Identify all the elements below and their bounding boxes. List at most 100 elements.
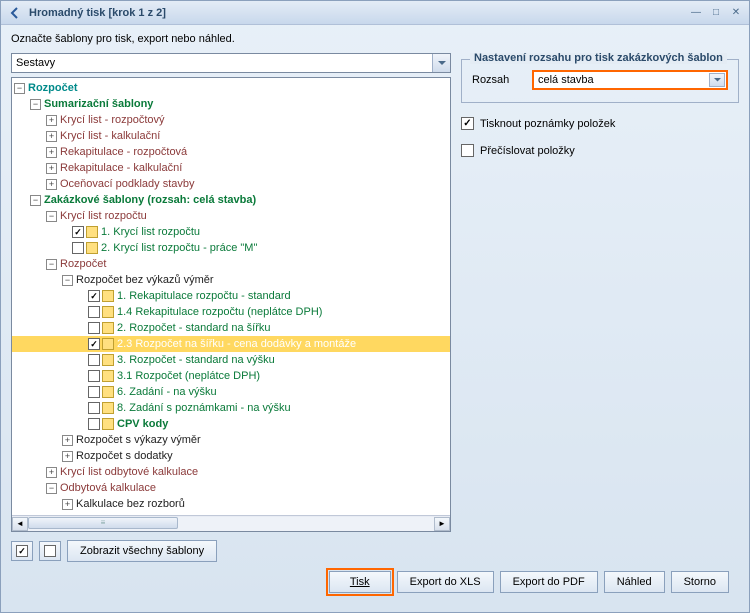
template-checkbox[interactable] (88, 402, 100, 414)
tree-leaf[interactable]: 1. Rekapitulace rozpočtu - standard (117, 290, 291, 302)
tree-leaf[interactable]: 1.4 Rekapitulace rozpočtu (neplátce DPH) (117, 306, 322, 318)
expander[interactable]: + (62, 499, 73, 510)
preview-button[interactable]: Náhled (604, 571, 665, 593)
doc-icon (102, 418, 114, 430)
tree-leaf[interactable]: CPV kody (117, 418, 168, 430)
doc-icon (102, 338, 114, 350)
doc-icon (102, 370, 114, 382)
doc-icon (86, 242, 98, 254)
expander[interactable]: + (46, 115, 57, 126)
template-checkbox[interactable] (88, 306, 100, 318)
export-pdf-button[interactable]: Export do PDF (500, 571, 598, 593)
tree-node[interactable]: Rekapitulace - rozpočtová (60, 146, 187, 158)
tree-node[interactable]: Rozpočet (60, 258, 106, 270)
print-notes-checkbox[interactable] (461, 117, 474, 130)
tree-node[interactable]: Rozpočet bez výkazů výměr (76, 274, 214, 286)
doc-icon (102, 386, 114, 398)
expander[interactable]: + (46, 147, 57, 158)
footer-buttons: Tisk Export do XLS Export do PDF Náhled … (11, 568, 739, 604)
chevron-down-icon[interactable] (709, 73, 725, 87)
expander[interactable]: + (62, 435, 73, 446)
expander[interactable]: − (46, 211, 57, 222)
template-checkbox[interactable] (88, 322, 100, 334)
tree-leaf[interactable]: 6. Zadání - na výšku (117, 386, 217, 398)
doc-icon (86, 226, 98, 238)
tree-node[interactable]: Kalkulace bez rozborů (76, 498, 185, 510)
chevron-down-icon[interactable] (432, 54, 450, 72)
template-checkbox[interactable] (88, 370, 100, 382)
doc-icon (102, 306, 114, 318)
expander[interactable]: + (46, 131, 57, 142)
doc-icon (102, 290, 114, 302)
template-checkbox[interactable] (72, 226, 84, 238)
minimize-button[interactable]: — (689, 6, 703, 20)
renumber-label: Přečíslovat položky (480, 145, 575, 157)
expander[interactable]: + (46, 467, 57, 478)
expander[interactable]: − (62, 275, 73, 286)
expander[interactable]: + (46, 163, 57, 174)
window-title: Hromadný tisk [krok 1 z 2] (29, 7, 689, 19)
template-checkbox[interactable] (88, 386, 100, 398)
tree-node[interactable]: Odbytová kalkulace (60, 482, 156, 494)
template-checkbox[interactable] (72, 242, 84, 254)
tree-node[interactable]: Rozpočet s výkazy výměr (76, 434, 201, 446)
uncheck-all-button[interactable] (39, 541, 61, 561)
tree-leaf[interactable]: 2. Rozpočet - standard na šířku (117, 322, 270, 334)
doc-icon (102, 402, 114, 414)
doc-icon (102, 354, 114, 366)
print-notes-label: Tisknout poznámky položek (480, 118, 615, 130)
close-button[interactable]: ✕ (729, 6, 743, 20)
tree-node[interactable]: Krycí list - kalkulační (60, 130, 160, 142)
check-all-button[interactable] (11, 541, 33, 561)
scope-legend: Nastavení rozsahu pro tisk zakázkových š… (470, 53, 727, 64)
template-checkbox[interactable] (88, 354, 100, 366)
expander[interactable]: − (30, 195, 41, 206)
template-checkbox[interactable] (88, 338, 100, 350)
tree-node[interactable]: Rekapitulace - kalkulační (60, 162, 182, 174)
titlebar: Hromadný tisk [krok 1 z 2] — □ ✕ (1, 1, 749, 25)
rozsah-select[interactable]: celá stavba (532, 70, 728, 90)
tree-leaf-selected[interactable]: 2.3 Rozpočet na šířku - cena dodávky a m… (117, 338, 356, 350)
template-checkbox[interactable] (88, 290, 100, 302)
tree-leaf[interactable]: 3. Rozpočet - standard na výšku (117, 354, 275, 366)
rozsah-value: celá stavba (538, 74, 594, 86)
scroll-right-icon[interactable]: ► (434, 517, 450, 531)
tree-node[interactable]: Zakázkové šablony (rozsah: celá stavba) (44, 194, 256, 206)
expander[interactable]: + (46, 179, 57, 190)
tree-node[interactable]: Sumarizační šablony (44, 98, 153, 110)
tree-node[interactable]: Krycí list odbytové kalkulace (60, 466, 198, 478)
expander[interactable]: + (62, 451, 73, 462)
reports-dropdown-value: Sestavy (16, 57, 55, 69)
scroll-left-icon[interactable]: ◄ (12, 517, 28, 531)
scroll-thumb[interactable]: ≡ (28, 517, 178, 529)
horizontal-scrollbar[interactable]: ◄ ≡ ► (12, 515, 450, 531)
template-tree: −Rozpočet −Sumarizační šablony +Krycí li… (11, 77, 451, 532)
template-checkbox[interactable] (88, 418, 100, 430)
tree-leaf[interactable]: 1. Krycí list rozpočtu (101, 226, 200, 238)
cancel-button[interactable]: Storno (671, 571, 729, 593)
print-button[interactable]: Tisk (329, 571, 391, 593)
reports-dropdown[interactable]: Sestavy (11, 53, 451, 73)
expander[interactable]: − (30, 99, 41, 110)
tree-node[interactable]: Krycí list - rozpočtový (60, 114, 165, 126)
scope-settings-group: Nastavení rozsahu pro tisk zakázkových š… (461, 59, 739, 103)
rozsah-label: Rozsah (472, 74, 522, 86)
tree-leaf[interactable]: 2. Krycí list rozpočtu - práce "M" (101, 242, 257, 254)
expander[interactable]: − (46, 483, 57, 494)
tree-leaf[interactable]: 3.1 Rozpočet (neplátce DPH) (117, 370, 260, 382)
tree-node[interactable]: Oceňovací podklady stavby (60, 178, 195, 190)
tree-leaf[interactable]: 8. Zadání s poznámkami - na výšku (117, 402, 291, 414)
tree-node[interactable]: Rozpočet s dodatky (76, 450, 173, 462)
back-icon[interactable] (7, 5, 23, 21)
show-all-templates-button[interactable]: Zobrazit všechny šablony (67, 540, 217, 562)
maximize-button[interactable]: □ (709, 6, 723, 20)
instruction-text: Označte šablony pro tisk, export nebo ná… (11, 33, 739, 45)
tree-node-root[interactable]: Rozpočet (28, 82, 78, 94)
content: Označte šablony pro tisk, export nebo ná… (1, 25, 749, 612)
expander[interactable]: − (46, 259, 57, 270)
tree-node[interactable]: Krycí list rozpočtu (60, 210, 147, 222)
renumber-checkbox[interactable] (461, 144, 474, 157)
expander[interactable]: − (14, 83, 25, 94)
doc-icon (102, 322, 114, 334)
export-xls-button[interactable]: Export do XLS (397, 571, 494, 593)
